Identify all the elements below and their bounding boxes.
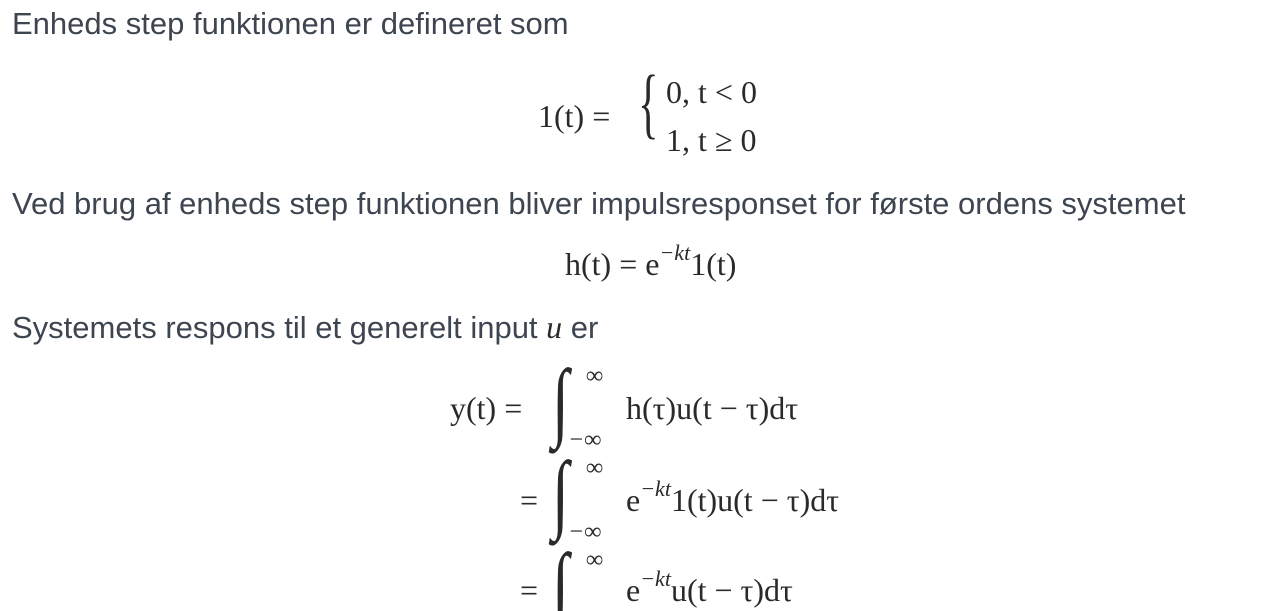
integral-lower-limit-row-2: −∞ bbox=[568, 519, 602, 545]
integrand-row-2: e−kt1(t)u(t − τ)dτ bbox=[626, 478, 840, 518]
case-row-2: 1, t ≥ 0 bbox=[666, 122, 757, 158]
paragraph-general-input: Systemets respons til et generelt input … bbox=[12, 311, 598, 343]
integrand-row-3-exponent: −kt bbox=[640, 566, 671, 591]
integrand-row-3-rest: u(t − τ)dτ bbox=[670, 572, 793, 608]
integrand-row-3: e−ktu(t − τ)dτ bbox=[626, 568, 793, 608]
paragraph-step-definition: Enheds step funktionen er defineret som bbox=[12, 6, 569, 41]
integrand-row-2-exponent: −kt bbox=[640, 476, 671, 501]
integral-upper-limit-row-1: ∞ bbox=[586, 363, 604, 389]
integral-sign-row-3: ∫ bbox=[552, 537, 569, 611]
equation-impulse-response: h(t) = e−kt1(t) bbox=[565, 242, 737, 282]
integral-sign-row-1: ∫ bbox=[552, 360, 569, 450]
input-variable-u: u bbox=[546, 309, 563, 345]
integrand-row-2-rest: 1(t)u(t − τ)dτ bbox=[670, 482, 840, 518]
integral-lower-limit-row-1: −∞ bbox=[568, 427, 602, 453]
response-lhs: y(t) = bbox=[450, 390, 523, 426]
equals-row-2: = bbox=[520, 482, 539, 518]
equation-unit-step-lhs: 1(t) = bbox=[538, 98, 611, 134]
integral-sign-row-2: ∫ bbox=[552, 445, 569, 542]
equation-system-response: y(t) = ∫ ∞ −∞ h(τ)u(t − τ)dτ = ∫ ∞ −∞ e−… bbox=[450, 360, 930, 611]
impulse-rhs: 1(t) bbox=[690, 246, 737, 282]
integrand-row-3-base: e bbox=[626, 572, 641, 608]
impulse-lhs: h(t) = e bbox=[565, 246, 660, 282]
brace-symbol: { bbox=[638, 59, 659, 146]
integral-upper-limit-row-3: ∞ bbox=[586, 547, 604, 573]
integrand-row-1: h(τ)u(t − τ)dτ bbox=[626, 390, 799, 426]
equals-row-3: = bbox=[520, 572, 539, 608]
impulse-exponent: −kt bbox=[659, 240, 691, 265]
integral-upper-limit-row-2: ∞ bbox=[586, 455, 604, 481]
equation-unit-step: 1(t) = { 0, t < 0 1, t ≥ 0 bbox=[538, 64, 798, 172]
paragraph-impulse-response: Ved brug af enheds step funktionen blive… bbox=[12, 186, 1186, 221]
integrand-row-2-base: e bbox=[626, 482, 641, 518]
paragraph-general-input-suffix: er bbox=[570, 310, 599, 345]
case-row-1: 0, t < 0 bbox=[666, 74, 757, 110]
paragraph-general-input-prefix: Systemets respons til et generelt input bbox=[12, 310, 538, 345]
